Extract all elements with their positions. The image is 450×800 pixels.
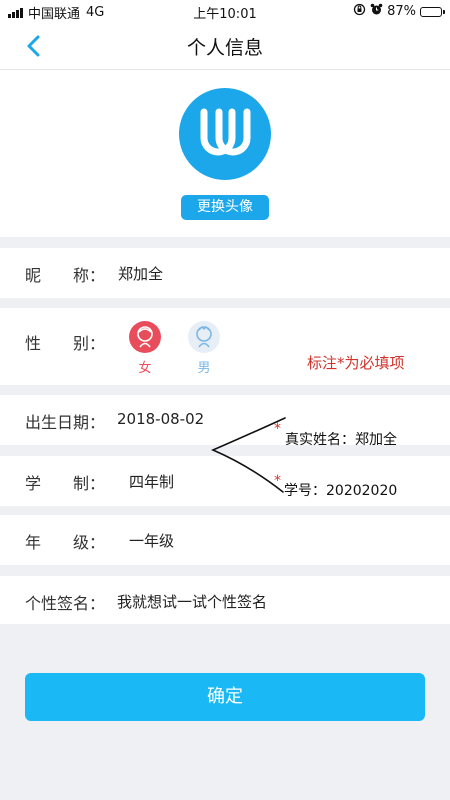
required-note: 标注*为必填项	[307, 354, 405, 372]
confirm-button[interactable]: 确定	[25, 673, 425, 721]
boy-icon	[188, 321, 220, 353]
grade-value: 一年级	[129, 532, 175, 550]
gender-row: 性 别： 女 男	[0, 308, 450, 385]
u-logo-icon	[200, 92, 263, 156]
nickname-label: 昵 称：	[25, 266, 106, 285]
nickname-row[interactable]: 昵 称： 郑加全	[0, 248, 450, 298]
status-right: 87%	[353, 3, 445, 20]
school-system-value: 四年制	[129, 473, 175, 491]
school-system-label: 学 制：	[25, 474, 106, 493]
annotation-arrow	[210, 417, 286, 493]
avatar[interactable]	[179, 88, 271, 180]
signature-row[interactable]: 个性签名： 我就想试一试个性签名	[0, 576, 450, 624]
annotation-real-name: 真实姓名：郑加全	[285, 432, 397, 448]
page-title: 个人信息	[186, 37, 263, 59]
alarm-icon	[370, 3, 383, 20]
girl-icon	[129, 321, 161, 353]
annotation-student-id: 学号：20202020	[284, 483, 398, 499]
battery-percent: 87%	[387, 4, 416, 19]
required-star-2: *	[274, 473, 281, 489]
avatar-section: 更换头像	[0, 70, 450, 237]
signature-label: 个性签名：	[25, 594, 106, 613]
birthdate-label: 出生日期：	[25, 413, 106, 432]
birthdate-value: 2018-08-02	[117, 410, 205, 428]
gender-female-label: 女	[138, 361, 152, 376]
grade-label: 年 级：	[25, 533, 106, 552]
gender-male-label: 男	[197, 361, 211, 376]
nickname-value: 郑加全	[118, 265, 164, 283]
battery-icon	[420, 6, 445, 17]
signature-value: 我就想试一试个性签名	[117, 593, 268, 611]
change-avatar-button[interactable]: 更换头像	[181, 195, 269, 220]
grade-row[interactable]: 年 级： 一年级	[0, 515, 450, 565]
status-bar: 中国联通 4G 上午10:01 87%	[0, 0, 450, 22]
required-star-1: *	[274, 421, 281, 437]
gender-female-option[interactable]: 女	[128, 321, 162, 376]
orientation-lock-icon	[353, 3, 366, 20]
gender-male-option[interactable]: 男	[187, 321, 221, 376]
nav-bar: 个人信息	[0, 22, 450, 70]
gender-label: 性 别：	[25, 334, 106, 353]
